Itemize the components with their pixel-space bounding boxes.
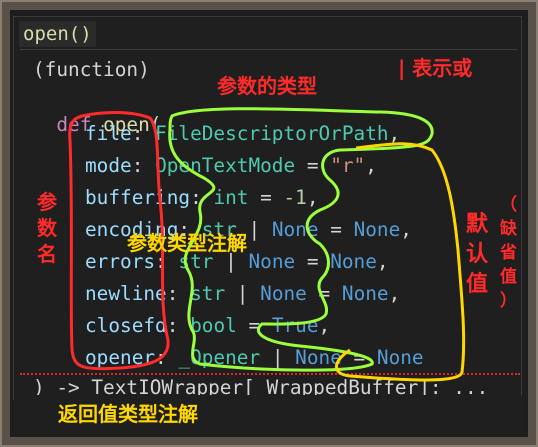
annotation-default-3: 值 — [466, 272, 489, 297]
annotation-type-hint: 参数类型注解 — [127, 231, 247, 255]
annotation-missing-4: 值 — [500, 267, 517, 287]
annotation-missing-1: （ — [500, 195, 517, 215]
annotation-param-type: 参数的类型 — [217, 74, 317, 98]
annotation-missing-2: 缺 — [500, 219, 517, 239]
annotation-missing-5: ） — [500, 291, 517, 311]
default-outline — [335, 142, 466, 382]
annotation-param-name-1: 参 — [37, 190, 57, 214]
annotation-missing-3: 省 — [500, 243, 517, 263]
annotation-param-name-2: 数 — [37, 216, 57, 240]
annotation-default-1: 默 — [466, 212, 489, 237]
annotation-return-hint: 返回值类型注解 — [58, 402, 198, 426]
annotation-param-name-3: 名 — [37, 242, 57, 266]
annotation-or: | 表示或 — [398, 56, 473, 80]
annotation-default-2: 认 — [466, 242, 489, 267]
